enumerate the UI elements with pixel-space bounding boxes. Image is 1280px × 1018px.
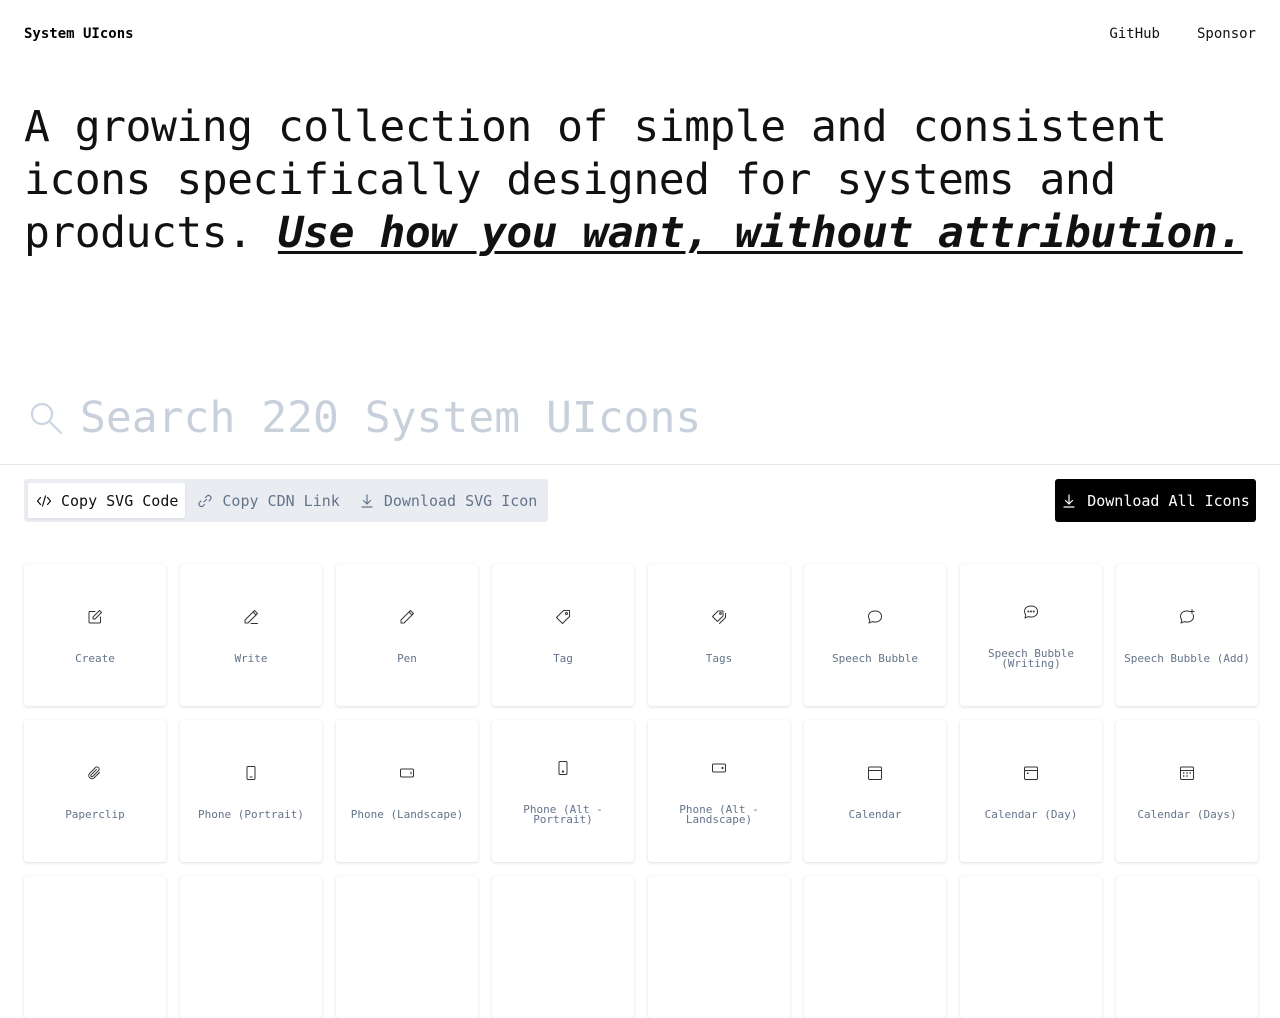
icon-card-label: Calendar (Days) (1137, 808, 1237, 821)
icon-card[interactable] (24, 876, 166, 1018)
github-link[interactable]: GitHub (1109, 26, 1160, 42)
icon-card-label: Speech Bubble (831, 652, 919, 665)
divider (0, 464, 1280, 465)
icon-card[interactable] (1116, 876, 1258, 1018)
search-input[interactable] (80, 388, 1230, 448)
paperclip-icon (88, 766, 100, 780)
search-icon (28, 400, 64, 440)
icon-card[interactable] (336, 876, 478, 1018)
icon-card-tag[interactable]: Tag (492, 564, 634, 706)
icon-card-create[interactable]: Create (24, 564, 166, 706)
top-nav: GitHub Sponsor (1109, 26, 1256, 42)
icon-card-label: Speech Bubble (Writing) (987, 647, 1075, 670)
brand-link[interactable]: System UIcons (24, 26, 134, 42)
icon-card[interactable] (960, 876, 1102, 1018)
pen-icon (400, 610, 414, 624)
icon-card-label: Calendar (Day) (984, 808, 1078, 821)
speech-bubble-writing-icon (1024, 605, 1038, 619)
hero-heading: A growing collection of simple and consi… (24, 101, 1244, 260)
icon-card-phone-portrait[interactable]: Phone (Portrait) (180, 720, 322, 862)
calendar-day-icon (1024, 766, 1038, 780)
link-icon (198, 494, 212, 507)
icon-card[interactable] (648, 876, 790, 1018)
icon-card-label: Calendar (848, 808, 902, 821)
icon-card-calendar-day[interactable]: Calendar (Day) (960, 720, 1102, 862)
icon-card-label: Write (234, 652, 268, 665)
icon-card-calendar[interactable]: Calendar (804, 720, 946, 862)
icon-grid: Create Write Pen Tag Tags Speech Bubble (24, 564, 1258, 1018)
icon-card-label: Create (75, 652, 115, 665)
phone-alt-landscape-icon (712, 763, 726, 773)
icon-card-label: Phone (Portrait) (198, 808, 304, 821)
calendar-days-icon (1180, 766, 1194, 780)
tag-icon (556, 610, 570, 624)
copy-cdn-link-label: Copy CDN Link (222, 491, 340, 510)
icon-card-calendar-days[interactable]: Calendar (Days) (1116, 720, 1258, 862)
download-svg-icon-label: Download SVG Icon (383, 491, 538, 510)
speech-bubble-icon (868, 610, 882, 624)
download-all-icons-button[interactable]: Download All Icons (1055, 479, 1256, 522)
calendar-icon (868, 766, 882, 780)
create-icon (88, 610, 102, 624)
download-all-icons-label: Download All Icons (1087, 491, 1250, 510)
copy-cdn-link-tab[interactable]: Copy CDN Link (189, 483, 346, 518)
icon-card-label: Phone (Alt - Landscape) (679, 803, 759, 826)
icon-card-phone-landscape[interactable]: Phone (Landscape) (336, 720, 478, 862)
icon-card-label: Phone (Landscape) (350, 808, 464, 821)
tags-icon (712, 610, 726, 624)
copy-mode-tabs: Copy SVG Code Copy CDN Link Download SVG… (24, 479, 549, 522)
icon-card-label: Paperclip (65, 808, 125, 821)
phone-portrait-icon (246, 766, 256, 780)
icon-card-write[interactable]: Write (180, 564, 322, 706)
code-icon (36, 494, 52, 507)
download-svg-icon-tab[interactable]: Download SVG Icon (351, 483, 545, 518)
phone-landscape-icon (400, 768, 414, 778)
icon-card[interactable] (180, 876, 322, 1018)
icon-card-label: Pen (397, 652, 417, 665)
sponsor-link[interactable]: Sponsor (1197, 26, 1256, 42)
phone-alt-portrait-icon (558, 761, 568, 775)
icon-card-pen[interactable]: Pen (336, 564, 478, 706)
icon-card-phone-alt-portrait[interactable]: Phone (Alt - Portrait) (492, 720, 634, 862)
icon-card-tags[interactable]: Tags (648, 564, 790, 706)
icon-card-label: Speech Bubble (Add) (1124, 652, 1250, 665)
icon-card[interactable] (492, 876, 634, 1018)
top-bar: System UIcons GitHub Sponsor (0, 0, 1280, 68)
icon-card-speech-bubble-writing[interactable]: Speech Bubble (Writing) (960, 564, 1102, 706)
download-icon (1063, 493, 1075, 508)
icon-card-label: Tags (705, 652, 733, 665)
download-icon (361, 493, 373, 508)
search-bar (24, 388, 1256, 448)
icon-card-speech-bubble-add[interactable]: Speech Bubble (Add) (1116, 564, 1258, 706)
speech-bubble-add-icon (1180, 609, 1195, 624)
copy-svg-code-label: Copy SVG Code (61, 491, 179, 510)
icon-card-phone-alt-landscape[interactable]: Phone (Alt - Landscape) (648, 720, 790, 862)
copy-svg-code-tab[interactable]: Copy SVG Code (28, 483, 186, 518)
icon-card[interactable] (804, 876, 946, 1018)
icon-card-speech-bubble[interactable]: Speech Bubble (804, 564, 946, 706)
write-icon (244, 610, 258, 624)
icon-card-label: Phone (Alt - Portrait) (523, 803, 603, 826)
hero-emphasis: Use how you want, without attribution. (277, 208, 1243, 258)
icon-card-paperclip[interactable]: Paperclip (24, 720, 166, 862)
icon-card-label: Tag (553, 652, 573, 665)
